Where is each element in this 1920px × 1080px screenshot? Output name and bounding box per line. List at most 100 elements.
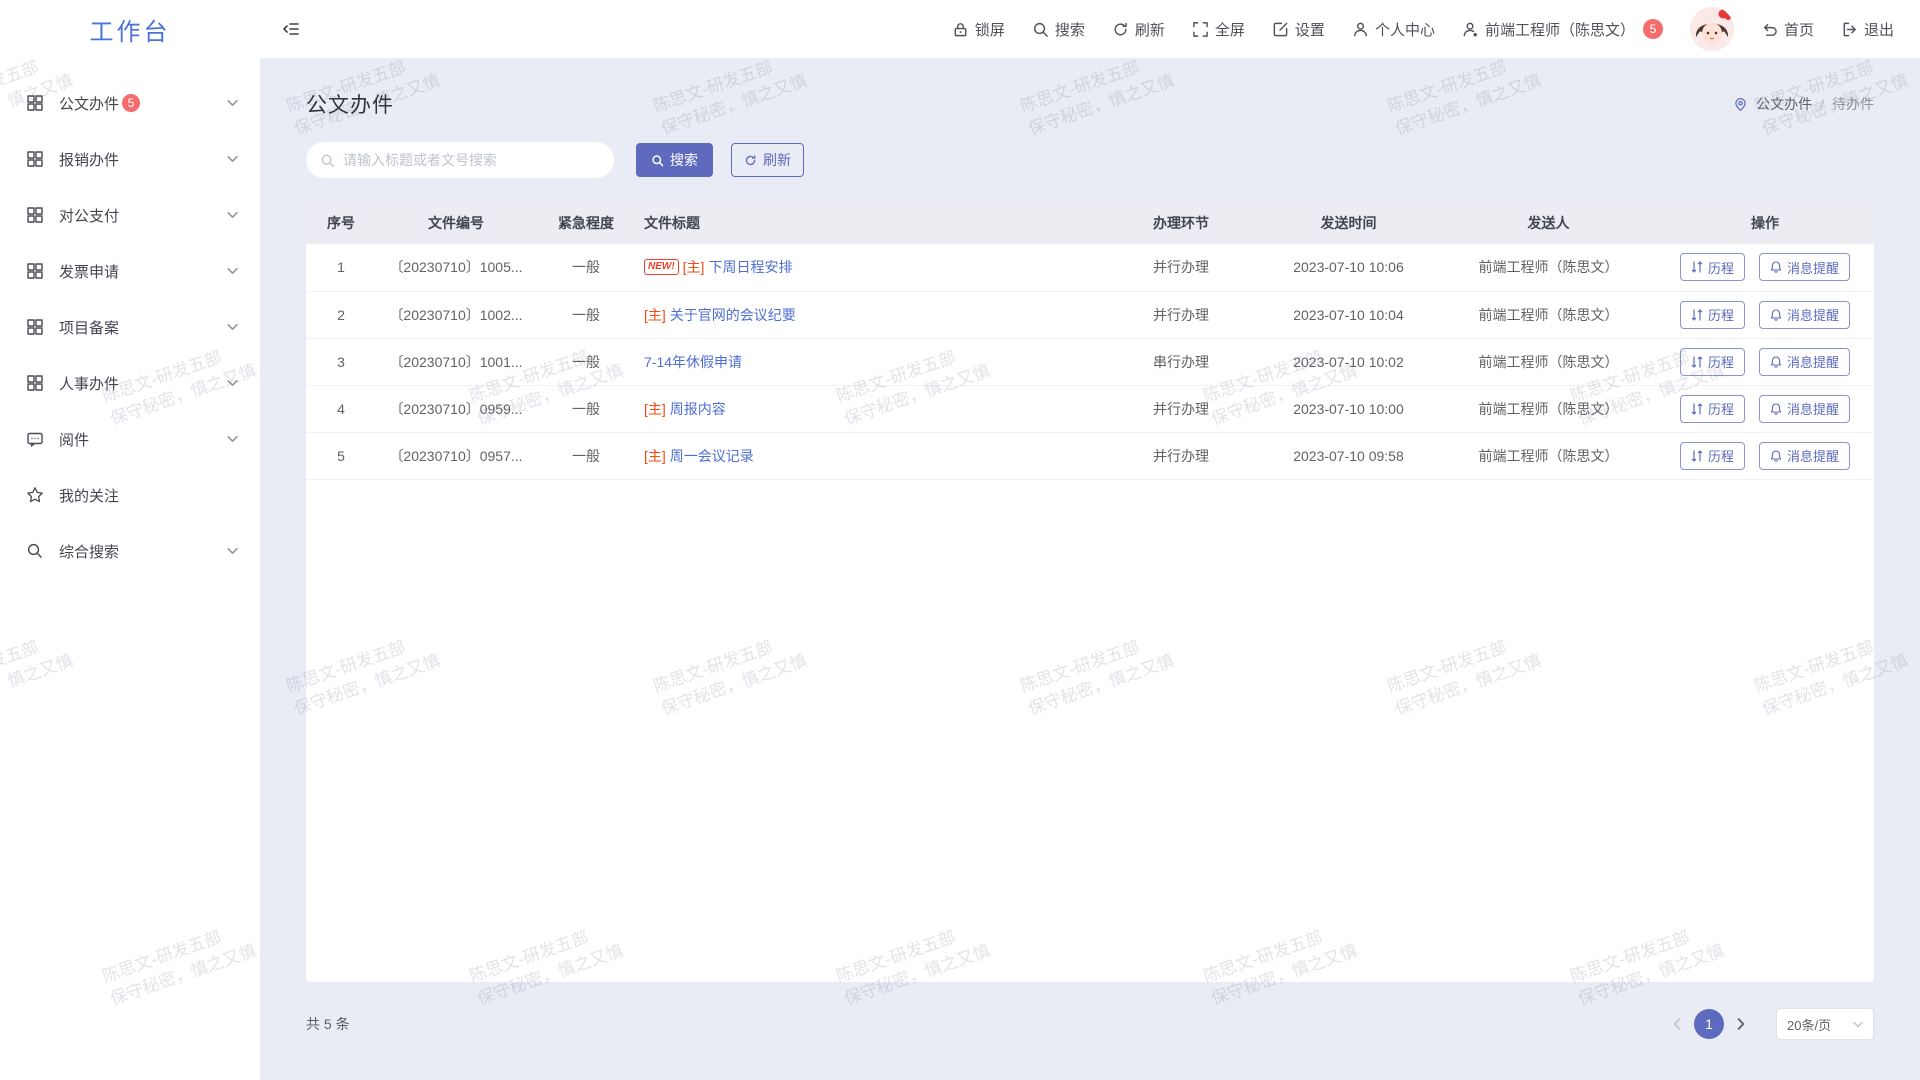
logout-button[interactable]: 退出 <box>1841 19 1894 40</box>
lock-icon <box>952 21 969 38</box>
col-urgency: 紧急程度 <box>536 202 636 244</box>
row-doc-no: 〔20230710〕1005... <box>376 244 536 291</box>
sort-arrows-icon <box>1691 450 1703 462</box>
refresh-icon <box>744 154 757 167</box>
doc-title-link[interactable]: 周报内容 <box>670 399 726 419</box>
home-button[interactable]: 首页 <box>1761 19 1814 40</box>
col-doc-no: 文件编号 <box>376 202 536 244</box>
doc-title-link[interactable]: 7-14年休假申请 <box>644 352 742 372</box>
chevron-down-icon <box>227 379 238 387</box>
sidebar-item-2[interactable]: 对公支付 <box>0 187 260 243</box>
notify-button[interactable]: 消息提醒 <box>1759 348 1850 376</box>
edit-icon <box>1272 21 1289 38</box>
chevron-down-icon <box>227 547 238 555</box>
sort-arrows-icon <box>1691 403 1703 415</box>
row-step: 并行办理 <box>1106 244 1256 291</box>
sidebar-item-4[interactable]: 项目备案 <box>0 299 260 355</box>
page-number-active[interactable]: 1 <box>1694 1009 1724 1039</box>
sidebar-item-0[interactable]: 公文办件 5 <box>0 75 260 131</box>
header-action-account[interactable]: 前端工程师（陈思文） 5 <box>1462 19 1663 40</box>
row-step: 并行办理 <box>1106 385 1256 432</box>
grid-icon <box>26 150 45 169</box>
search-box <box>306 142 614 178</box>
header-action-lock[interactable]: 锁屏 <box>952 19 1005 40</box>
sort-arrows-icon <box>1691 309 1703 321</box>
history-button[interactable]: 历程 <box>1680 395 1745 423</box>
table-header-row: 序号 文件编号 紧急程度 文件标题 办理环节 发送时间 发送人 操作 <box>306 202 1874 244</box>
col-sender: 发送人 <box>1441 202 1656 244</box>
notify-button[interactable]: 消息提醒 <box>1759 301 1850 329</box>
grid-icon <box>26 262 45 281</box>
row-doc-no: 〔20230710〕1001... <box>376 338 536 385</box>
chevron-down-icon <box>227 99 238 107</box>
chevron-down-icon <box>227 435 238 443</box>
sidebar-item-3[interactable]: 发票申请 <box>0 243 260 299</box>
bell-icon <box>1770 403 1782 415</box>
refresh-button[interactable]: 刷新 <box>731 143 804 177</box>
row-urgency: 一般 <box>536 385 636 432</box>
search-icon <box>320 153 335 168</box>
header-action-settings[interactable]: 设置 <box>1272 19 1325 40</box>
menu-fold-icon[interactable] <box>282 20 300 38</box>
total-count: 共 5 条 <box>306 1014 350 1034</box>
doc-title-link[interactable]: 周一会议记录 <box>670 446 754 466</box>
chevron-down-icon <box>227 211 238 219</box>
col-index: 序号 <box>306 202 376 244</box>
breadcrumb-separator: / <box>1820 96 1824 112</box>
grid-icon <box>26 374 45 393</box>
row-time: 2023-07-10 10:06 <box>1256 244 1441 291</box>
sidebar-item-7[interactable]: 我的关注 <box>0 467 260 523</box>
sidebar-item-8[interactable]: 综合搜索 <box>0 523 260 579</box>
search-icon <box>651 154 664 167</box>
row-index: 3 <box>306 338 376 385</box>
row-index: 4 <box>306 385 376 432</box>
bell-icon <box>1770 261 1782 273</box>
documents-table-card: 序号 文件编号 紧急程度 文件标题 办理环节 发送时间 发送人 操作 1 〔20… <box>306 202 1874 982</box>
grid-icon <box>26 206 45 225</box>
header-action-profile[interactable]: 个人中心 <box>1352 19 1435 40</box>
history-button[interactable]: 历程 <box>1680 442 1745 470</box>
history-button[interactable]: 历程 <box>1680 301 1745 329</box>
user-icon <box>1352 21 1369 38</box>
history-button[interactable]: 历程 <box>1680 253 1745 281</box>
star-icon <box>26 486 45 505</box>
doc-title-link[interactable]: 关于官网的会议纪要 <box>670 305 796 325</box>
sidebar-item-6[interactable]: 阅件 <box>0 411 260 467</box>
sidebar-item-5[interactable]: 人事办件 <box>0 355 260 411</box>
table-body: 1 〔20230710〕1005... 一般 NEW! [主] 下周日程安排 并… <box>306 244 1874 479</box>
breadcrumb-root[interactable]: 公文办件 <box>1756 94 1812 114</box>
sort-arrows-icon <box>1691 261 1703 273</box>
top-header: 锁屏 搜索 刷新 全屏 设置 个人中心 前端工程师（陈思文） 5 <box>260 0 1920 58</box>
search-icon <box>1032 21 1049 38</box>
fullscreen-icon <box>1192 21 1209 38</box>
table-row: 4 〔20230710〕0959... 一般 NEW! [主] 周报内容 并行办… <box>306 385 1874 432</box>
notify-button[interactable]: 消息提醒 <box>1759 442 1850 470</box>
notify-button[interactable]: 消息提醒 <box>1759 253 1850 281</box>
row-urgency: 一般 <box>536 432 636 479</box>
doc-tag: [主] <box>644 399 666 419</box>
row-index: 2 <box>306 291 376 338</box>
search-button[interactable]: 搜索 <box>636 143 713 177</box>
col-title: 文件标题 <box>636 202 1106 244</box>
row-sender: 前端工程师（陈思文） <box>1441 291 1656 338</box>
undo-icon <box>1761 21 1778 38</box>
next-page-icon[interactable] <box>1730 1018 1752 1030</box>
row-doc-no: 〔20230710〕0957... <box>376 432 536 479</box>
prev-page-icon[interactable] <box>1666 1018 1688 1030</box>
history-button[interactable]: 历程 <box>1680 348 1745 376</box>
row-time: 2023-07-10 10:04 <box>1256 291 1441 338</box>
sidebar-item-1[interactable]: 报销办件 <box>0 131 260 187</box>
location-pin-icon <box>1733 97 1748 112</box>
notify-button[interactable]: 消息提醒 <box>1759 395 1850 423</box>
avatar[interactable] <box>1690 7 1734 51</box>
doc-tag: [主] <box>683 257 705 277</box>
doc-title-link[interactable]: 下周日程安排 <box>708 257 792 277</box>
row-doc-no: 〔20230710〕0959... <box>376 385 536 432</box>
header-action-refresh[interactable]: 刷新 <box>1112 19 1165 40</box>
search-input[interactable] <box>343 152 600 168</box>
header-action-fullscreen[interactable]: 全屏 <box>1192 19 1245 40</box>
breadcrumb-current: 待办件 <box>1832 94 1874 114</box>
header-action-search[interactable]: 搜索 <box>1032 19 1085 40</box>
app-logo: 工作台 <box>0 0 260 58</box>
page-size-select[interactable]: 20条/页 <box>1776 1008 1874 1040</box>
